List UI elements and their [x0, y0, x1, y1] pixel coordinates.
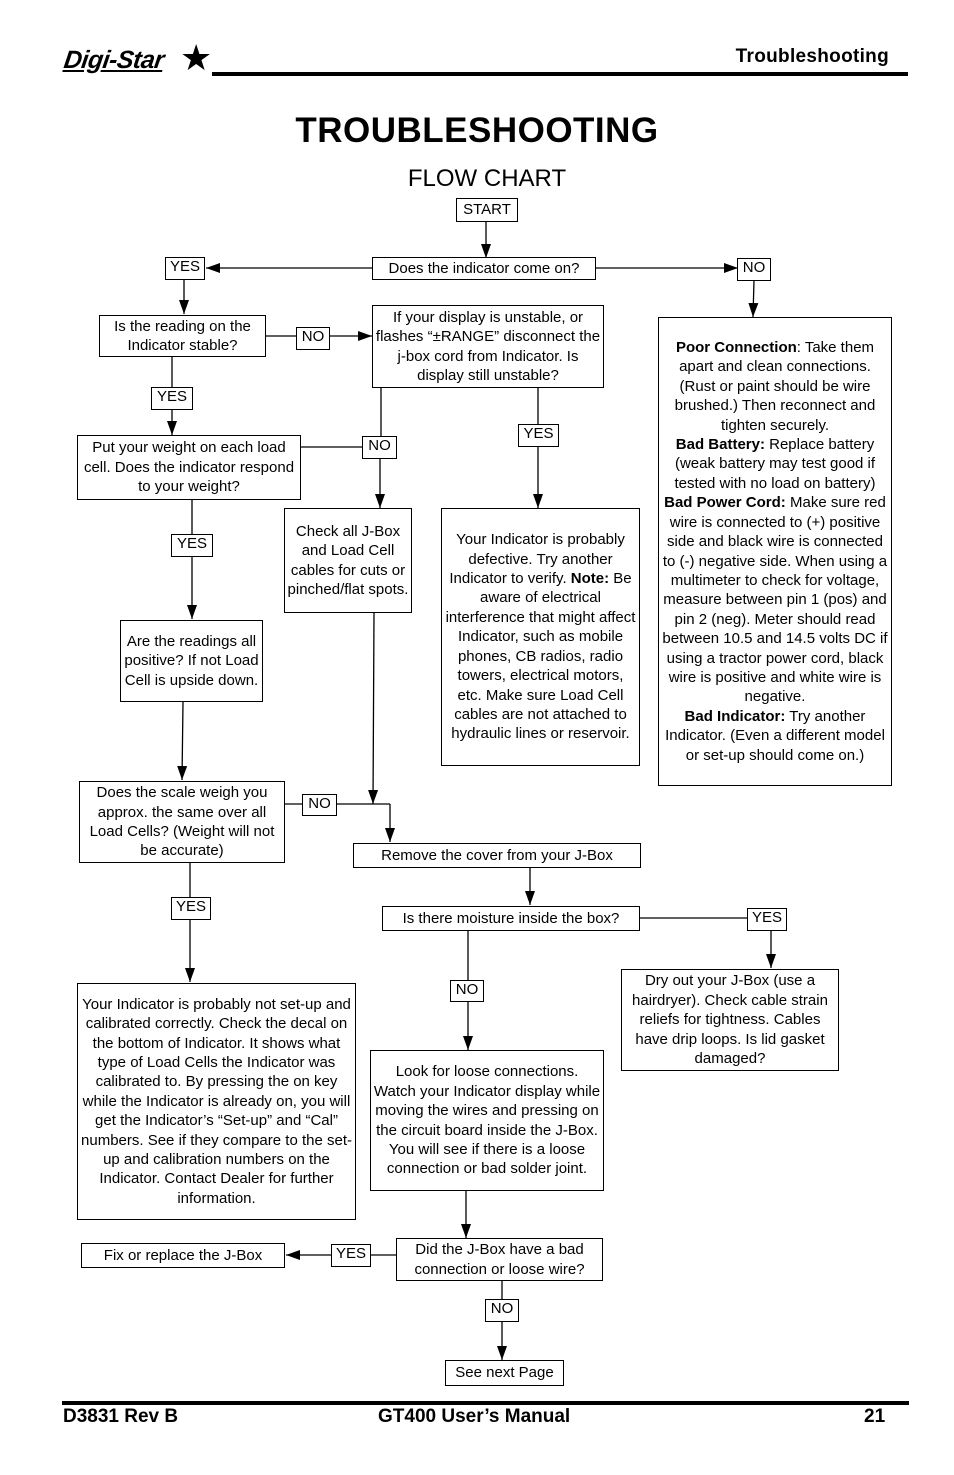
decision-moisture: Is there moisture inside the box?: [382, 906, 640, 931]
decision-reading-stable: Is the reading on the Indicator stable?: [99, 315, 266, 357]
step-remove-cover: Remove the cover from your J-Box: [353, 843, 641, 868]
yes-label: YES: [171, 897, 211, 920]
see-next-page-node: See next Page: [445, 1360, 564, 1386]
note-label: Note:: [570, 570, 610, 588]
cause-text: Make sure red wire is connected to (+) p…: [662, 494, 888, 706]
cause-label: Bad Battery:: [675, 436, 765, 454]
cause-label: Bad Power Cord:: [664, 494, 786, 512]
doc-id: D3831 Rev B: [63, 1406, 179, 1427]
yes-label: YES: [165, 257, 205, 280]
page-number: 21: [864, 1406, 886, 1427]
yes-label: YES: [331, 1244, 371, 1267]
cause-label: Poor Connection: [675, 339, 797, 357]
decision-same-weight: Does the scale weigh you approx. the sam…: [79, 781, 285, 863]
manual-title: GT400 User’s Manual: [378, 1406, 571, 1427]
yes-label: YES: [518, 424, 559, 447]
step-check-cables: Check all J-Box and Load Cell cables for…: [284, 508, 412, 613]
start-node: START: [456, 198, 518, 222]
decision-bad-connection: Did the J-Box have a bad connection or l…: [396, 1238, 603, 1281]
connector: [177, 701, 188, 781]
yes-label: YES: [747, 908, 787, 931]
no-label: NO: [302, 794, 337, 816]
step-no-power-causes: Poor Connection: Take them apart and cle…: [658, 317, 892, 786]
yes-label: YES: [171, 534, 213, 557]
cause-label: Bad Indicator:: [684, 707, 786, 725]
footer-rule: [62, 1401, 909, 1405]
no-label: NO: [485, 1299, 519, 1322]
step-loose-connections: Look for loose connections. Watch your I…: [370, 1050, 604, 1191]
no-label: NO: [296, 327, 330, 350]
step-fix-replace: Fix or replace the J-Box: [81, 1243, 285, 1268]
decision-display-unstable: If your display is unstable, or flashes …: [372, 305, 604, 388]
decision-indicator-on: Does the indicator come on?: [372, 257, 596, 280]
yes-label: YES: [151, 387, 193, 410]
no-label: NO: [737, 258, 771, 281]
step-indicator-defective: Your Indicator is probably defective. Tr…: [441, 508, 640, 766]
step-not-setup: Your Indicator is probably not set-up an…: [77, 983, 356, 1220]
connector: [368, 612, 379, 805]
step-readings-positive: Are the readings all positive? If not Lo…: [120, 620, 263, 702]
defective-note-text: Be aware of electrical interference that…: [445, 570, 636, 743]
step-dry-out: Dry out your J-Box (use a hairdryer). Ch…: [621, 969, 839, 1071]
decision-weight-response: Put your weight on each load cell. Does …: [77, 435, 301, 500]
no-label: NO: [450, 980, 484, 1002]
no-label: NO: [362, 436, 397, 459]
connector: [748, 279, 759, 318]
